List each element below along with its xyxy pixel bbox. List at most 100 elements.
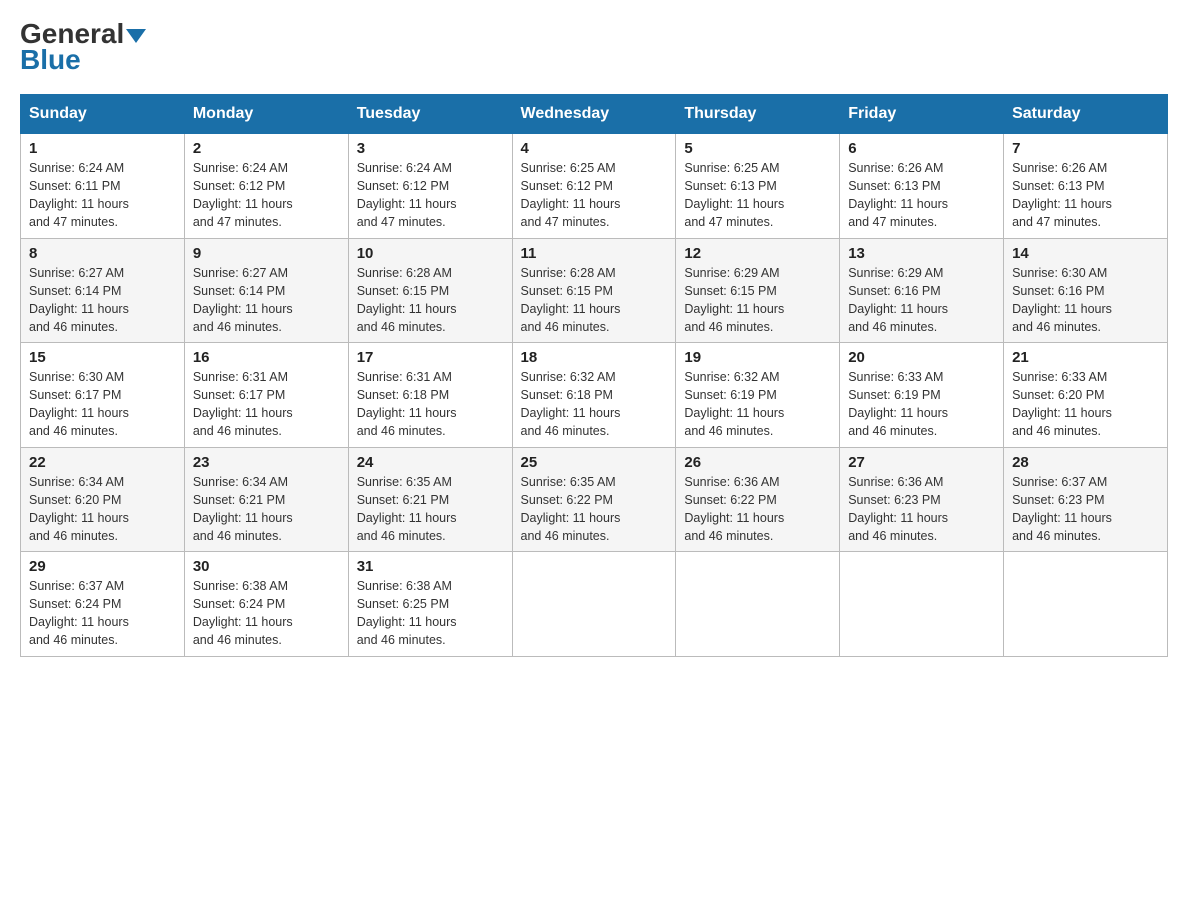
calendar-week-row: 22Sunrise: 6:34 AMSunset: 6:20 PMDayligh… <box>21 447 1168 552</box>
calendar-cell: 5 Sunrise: 6:25 AMSunset: 6:13 PMDaylight… <box>676 134 840 239</box>
day-info: Sunrise: 6:29 AMSunset: 6:16 PMDaylight:… <box>848 264 995 337</box>
calendar-cell: 9 Sunrise: 6:27 AMSunset: 6:14 PMDaylight… <box>184 238 348 343</box>
day-info: Sunrise: 6:34 AMSunset: 6:21 PMDaylight:… <box>193 473 340 546</box>
calendar-cell <box>1004 552 1168 657</box>
calendar-week-row: 29 Sunrise: 6:37 AMSunset: 6:24 PMDayligh… <box>21 552 1168 657</box>
day-info: Sunrise: 6:38 AMSunset: 6:25 PMDaylight:… <box>357 577 504 650</box>
calendar-cell <box>840 552 1004 657</box>
calendar-cell: 23 Sunrise: 6:34 AMSunset: 6:21 PMDayligh… <box>184 447 348 552</box>
day-number: 3 <box>357 140 504 157</box>
weekday-header-tuesday: Tuesday <box>348 95 512 134</box>
day-number: 29 <box>29 558 176 575</box>
day-number: 21 <box>1012 349 1159 366</box>
logo-arrow-icon <box>126 29 146 43</box>
day-info: Sunrise: 6:33 AMSunset: 6:20 PMDaylight:… <box>1012 368 1159 441</box>
day-info: Sunrise: 6:32 AMSunset: 6:18 PMDaylight:… <box>521 368 668 441</box>
calendar-cell: 27Sunrise: 6:36 AMSunset: 6:23 PMDayligh… <box>840 447 1004 552</box>
day-number: 18 <box>521 349 668 366</box>
day-number: 7 <box>1012 140 1159 157</box>
weekday-header-thursday: Thursday <box>676 95 840 134</box>
day-number: 12 <box>684 245 831 262</box>
calendar-cell: 18 Sunrise: 6:32 AMSunset: 6:18 PMDayligh… <box>512 343 676 448</box>
calendar-cell: 24 Sunrise: 6:35 AMSunset: 6:21 PMDayligh… <box>348 447 512 552</box>
day-number: 20 <box>848 349 995 366</box>
calendar-cell: 15Sunrise: 6:30 AMSunset: 6:17 PMDayligh… <box>21 343 185 448</box>
day-info: Sunrise: 6:25 AMSunset: 6:13 PMDaylight:… <box>684 159 831 232</box>
calendar-cell: 21 Sunrise: 6:33 AMSunset: 6:20 PMDayligh… <box>1004 343 1168 448</box>
calendar-cell: 6 Sunrise: 6:26 AMSunset: 6:13 PMDaylight… <box>840 134 1004 239</box>
day-info: Sunrise: 6:38 AMSunset: 6:24 PMDaylight:… <box>193 577 340 650</box>
day-number: 28 <box>1012 454 1159 471</box>
day-info: Sunrise: 6:37 AMSunset: 6:24 PMDaylight:… <box>29 577 176 650</box>
day-info: Sunrise: 6:30 AMSunset: 6:16 PMDaylight:… <box>1012 264 1159 337</box>
calendar-cell: 2 Sunrise: 6:24 AMSunset: 6:12 PMDaylight… <box>184 134 348 239</box>
day-number: 24 <box>357 454 504 471</box>
day-info: Sunrise: 6:35 AMSunset: 6:21 PMDaylight:… <box>357 473 504 546</box>
calendar-cell: 22Sunrise: 6:34 AMSunset: 6:20 PMDayligh… <box>21 447 185 552</box>
calendar-cell: 19 Sunrise: 6:32 AMSunset: 6:19 PMDayligh… <box>676 343 840 448</box>
day-number: 10 <box>357 245 504 262</box>
calendar-cell: 28Sunrise: 6:37 AMSunset: 6:23 PMDayligh… <box>1004 447 1168 552</box>
day-number: 13 <box>848 245 995 262</box>
day-info: Sunrise: 6:33 AMSunset: 6:19 PMDaylight:… <box>848 368 995 441</box>
calendar-week-row: 8Sunrise: 6:27 AMSunset: 6:14 PMDaylight… <box>21 238 1168 343</box>
day-info: Sunrise: 6:29 AMSunset: 6:15 PMDaylight:… <box>684 264 831 337</box>
day-info: Sunrise: 6:28 AMSunset: 6:15 PMDaylight:… <box>521 264 668 337</box>
day-info: Sunrise: 6:36 AMSunset: 6:22 PMDaylight:… <box>684 473 831 546</box>
day-info: Sunrise: 6:31 AMSunset: 6:18 PMDaylight:… <box>357 368 504 441</box>
day-number: 17 <box>357 349 504 366</box>
calendar-cell: 4Sunrise: 6:25 AMSunset: 6:12 PMDaylight… <box>512 134 676 239</box>
calendar-cell: 8Sunrise: 6:27 AMSunset: 6:14 PMDaylight… <box>21 238 185 343</box>
day-number: 1 <box>29 140 176 157</box>
day-info: Sunrise: 6:24 AMSunset: 6:12 PMDaylight:… <box>193 159 340 232</box>
day-number: 2 <box>193 140 340 157</box>
day-info: Sunrise: 6:32 AMSunset: 6:19 PMDaylight:… <box>684 368 831 441</box>
calendar-cell: 12 Sunrise: 6:29 AMSunset: 6:15 PMDayligh… <box>676 238 840 343</box>
weekday-header-sunday: Sunday <box>21 95 185 134</box>
day-number: 5 <box>684 140 831 157</box>
day-number: 25 <box>521 454 668 471</box>
day-number: 11 <box>521 245 668 262</box>
calendar-cell: 17 Sunrise: 6:31 AMSunset: 6:18 PMDayligh… <box>348 343 512 448</box>
day-info: Sunrise: 6:25 AMSunset: 6:12 PMDaylight:… <box>521 159 668 232</box>
calendar-cell: 7 Sunrise: 6:26 AMSunset: 6:13 PMDaylight… <box>1004 134 1168 239</box>
day-number: 30 <box>193 558 340 575</box>
calendar-cell <box>676 552 840 657</box>
calendar-cell: 13 Sunrise: 6:29 AMSunset: 6:16 PMDayligh… <box>840 238 1004 343</box>
day-number: 6 <box>848 140 995 157</box>
calendar-cell: 14 Sunrise: 6:30 AMSunset: 6:16 PMDayligh… <box>1004 238 1168 343</box>
calendar-cell: 30 Sunrise: 6:38 AMSunset: 6:24 PMDayligh… <box>184 552 348 657</box>
day-number: 19 <box>684 349 831 366</box>
logo-blue-text: Blue <box>20 46 81 74</box>
calendar-table: SundayMondayTuesdayWednesdayThursdayFrid… <box>20 94 1168 657</box>
calendar-cell: 26Sunrise: 6:36 AMSunset: 6:22 PMDayligh… <box>676 447 840 552</box>
day-number: 31 <box>357 558 504 575</box>
day-info: Sunrise: 6:26 AMSunset: 6:13 PMDaylight:… <box>1012 159 1159 232</box>
page-header: General Blue <box>20 20 1168 74</box>
day-number: 16 <box>193 349 340 366</box>
day-info: Sunrise: 6:30 AMSunset: 6:17 PMDaylight:… <box>29 368 176 441</box>
day-info: Sunrise: 6:28 AMSunset: 6:15 PMDaylight:… <box>357 264 504 337</box>
calendar-cell: 11 Sunrise: 6:28 AMSunset: 6:15 PMDayligh… <box>512 238 676 343</box>
day-info: Sunrise: 6:27 AMSunset: 6:14 PMDaylight:… <box>193 264 340 337</box>
calendar-cell: 1Sunrise: 6:24 AMSunset: 6:11 PMDaylight… <box>21 134 185 239</box>
day-info: Sunrise: 6:35 AMSunset: 6:22 PMDaylight:… <box>521 473 668 546</box>
calendar-cell: 31 Sunrise: 6:38 AMSunset: 6:25 PMDayligh… <box>348 552 512 657</box>
weekday-header-friday: Friday <box>840 95 1004 134</box>
day-info: Sunrise: 6:26 AMSunset: 6:13 PMDaylight:… <box>848 159 995 232</box>
calendar-cell: 16Sunrise: 6:31 AMSunset: 6:17 PMDayligh… <box>184 343 348 448</box>
calendar-cell: 10 Sunrise: 6:28 AMSunset: 6:15 PMDayligh… <box>348 238 512 343</box>
weekday-header-monday: Monday <box>184 95 348 134</box>
day-number: 23 <box>193 454 340 471</box>
weekday-header-saturday: Saturday <box>1004 95 1168 134</box>
day-number: 14 <box>1012 245 1159 262</box>
weekday-header-row: SundayMondayTuesdayWednesdayThursdayFrid… <box>21 95 1168 134</box>
calendar-cell: 20 Sunrise: 6:33 AMSunset: 6:19 PMDayligh… <box>840 343 1004 448</box>
calendar-cell <box>512 552 676 657</box>
logo: General Blue <box>20 20 146 74</box>
day-number: 9 <box>193 245 340 262</box>
day-info: Sunrise: 6:24 AMSunset: 6:12 PMDaylight:… <box>357 159 504 232</box>
calendar-cell: 29 Sunrise: 6:37 AMSunset: 6:24 PMDayligh… <box>21 552 185 657</box>
day-number: 22 <box>29 454 176 471</box>
calendar-cell: 25 Sunrise: 6:35 AMSunset: 6:22 PMDayligh… <box>512 447 676 552</box>
